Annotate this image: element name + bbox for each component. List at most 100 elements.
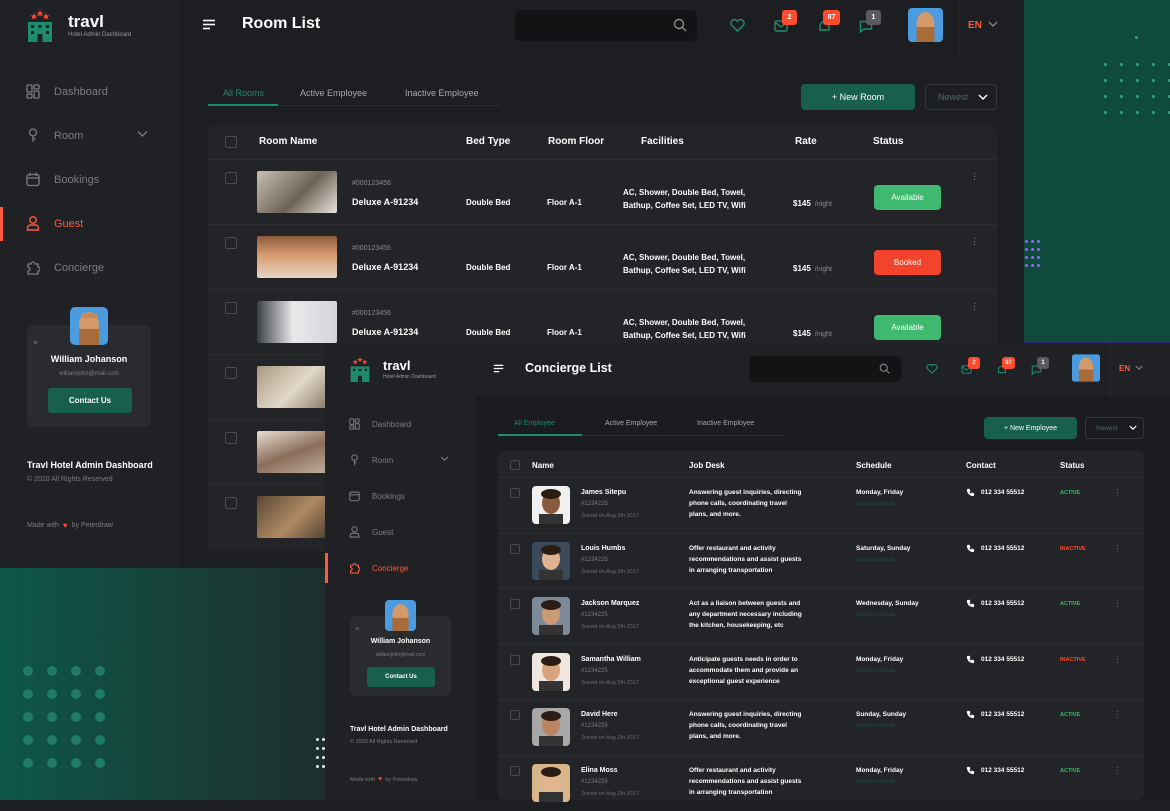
decor-dot [47,758,57,768]
room-floor: Floor A-1 [547,328,582,337]
language-select[interactable]: EN [968,20,982,31]
mail-badge: 2 [782,10,797,25]
sidebar-item-room[interactable]: Room [349,454,393,466]
column-header[interactable]: Status [1060,461,1084,470]
sidebar-item-bookings[interactable]: Bookings [349,490,405,502]
column-header[interactable]: Room Floor [548,136,604,147]
search-icon[interactable] [673,18,687,32]
table-row[interactable]: David Here #1234225 Joined on Aug 2th 2017… [498,699,1144,755]
more-options-icon[interactable]: · · · [1116,597,1119,611]
table-row[interactable]: James Sitepu #1234225 Joined on Aug 2th 20… [498,477,1144,533]
sidebar-item-dashboard[interactable]: Dashboard [26,84,108,99]
table-row[interactable]: #000123456 Deluxe A-91234 Double Bed Flo… [208,224,997,289]
table-row[interactable]: Samantha William #1234225 Joined on Aug 2t… [498,643,1144,700]
new-employee-button[interactable]: + New Employee [984,417,1077,439]
select-all-checkbox[interactable] [510,460,520,470]
check-schedule-link[interactable]: Check schedule [856,557,895,563]
more-options-icon[interactable]: · · · [973,169,976,185]
more-options-icon[interactable]: · · · [973,299,976,315]
column-header[interactable]: Room Name [259,136,317,147]
chevron-down-icon[interactable] [988,21,998,28]
row-checkbox[interactable] [510,710,520,720]
status-badge[interactable]: Booked [874,250,941,275]
column-header[interactable]: Status [873,136,904,147]
contact-us-button[interactable]: Contact Us [367,667,435,687]
column-header[interactable]: Name [532,461,554,470]
row-checkbox[interactable] [510,488,520,498]
user-avatar[interactable] [1072,354,1100,382]
table-row[interactable]: Jackson Marquez #1234225 Joined on Aug 2th… [498,588,1144,644]
sidebar-item-concierge[interactable]: Concierge [26,260,104,275]
row-checkbox[interactable] [510,765,520,776]
row-checkbox[interactable] [510,599,520,609]
phone-number: 012 334 55512 [981,655,1025,663]
menu-icon[interactable] [202,19,216,30]
chevron-down-icon[interactable] [1135,365,1143,371]
row-checkbox[interactable] [225,302,237,314]
more-options-icon[interactable]: · · · [1116,763,1119,777]
chevron-down-icon[interactable] [440,456,449,462]
more-options-icon[interactable]: · · · [1116,652,1119,666]
column-header[interactable]: Contact [966,461,996,470]
chevron-down-icon [1129,425,1137,431]
table-row[interactable]: Louis Humbs #1234225 Joined on Aug 2th 201… [498,532,1144,589]
sidebar-item-label: Guest [54,217,84,230]
tab-all-employee[interactable]: All Employee [514,420,555,427]
check-schedule-link[interactable]: Check schedule [856,668,895,674]
tab-active-employee[interactable]: Active Employee [605,420,657,427]
menu-icon[interactable] [493,364,504,373]
column-header[interactable]: Schedule [856,461,892,470]
row-checkbox[interactable] [510,654,520,665]
row-checkbox[interactable] [510,543,520,554]
row-checkbox[interactable] [225,432,237,444]
more-options-icon[interactable]: · · · [1116,541,1119,555]
row-checkbox[interactable] [225,237,237,249]
tab-inactive-employee[interactable]: Inactive Employee [405,88,479,98]
language-select[interactable]: EN [1119,364,1130,373]
sidebar-item-bookings[interactable]: Bookings [26,172,99,187]
status-badge[interactable]: Available [874,315,941,340]
sort-select[interactable]: Newest [1085,417,1144,439]
check-schedule-link[interactable]: Check schedule [856,501,895,507]
sidebar-item-guest[interactable]: Guest [349,526,393,538]
heart-icon[interactable] [730,19,745,32]
search-input[interactable] [515,10,697,41]
contact-us-button[interactable]: Contact Us [48,388,132,413]
select-all-checkbox[interactable] [225,136,237,148]
sidebar-item-guest[interactable]: Guest [26,216,83,231]
search-input[interactable] [749,356,901,382]
column-header[interactable]: Job Desk [689,461,725,470]
table-row[interactable]: Elina Moss #1234225 Joined on Aug 2th 2017… [498,754,1144,811]
check-schedule-link[interactable]: Check schedule [856,723,895,729]
more-options-icon[interactable]: · · · [973,234,976,250]
sort-select[interactable]: Newest [925,84,997,110]
new-room-button[interactable]: + New Room [801,84,915,110]
heart-icon[interactable] [926,364,938,374]
search-icon[interactable] [879,363,890,374]
row-checkbox[interactable] [225,172,237,184]
column-header[interactable]: Facilities [641,136,684,147]
sidebar-item-concierge[interactable]: Concierge [349,562,408,574]
contact: 012 334 55512 [966,544,1024,553]
hotel-logo-icon [28,10,52,42]
phone-number: 012 334 55512 [981,711,1025,718]
user-avatar[interactable] [908,8,943,42]
more-options-icon[interactable]: · · · [1116,486,1119,500]
row-checkbox[interactable] [225,367,237,379]
column-header[interactable]: Rate [795,136,817,147]
check-schedule-link[interactable]: Check schedule [856,612,895,618]
sidebar-item-dashboard[interactable]: Dashboard [349,418,411,430]
status-badge[interactable]: Available [874,185,941,210]
chevron-down-icon[interactable] [137,130,148,138]
tab-inactive-employee[interactable]: Inactive Employee [697,420,754,427]
tab-active-employee[interactable]: Active Employee [300,88,367,98]
sidebar-item-room[interactable]: Room [26,128,83,143]
concierge-list-window: travl Hotel Admin Dashboard Dashboard Ro… [325,343,1170,802]
row-checkbox[interactable] [225,497,237,509]
table-row[interactable]: #000123456 Deluxe A-91234 Double Bed Flo… [208,159,997,224]
tab-all-rooms[interactable]: All Rooms [223,88,264,98]
bell-badge: 87 [1002,357,1015,369]
more-options-icon[interactable]: · · · [1116,708,1119,722]
column-header[interactable]: Bed Type [466,136,510,147]
check-schedule-link[interactable]: Check schedule [856,779,895,785]
